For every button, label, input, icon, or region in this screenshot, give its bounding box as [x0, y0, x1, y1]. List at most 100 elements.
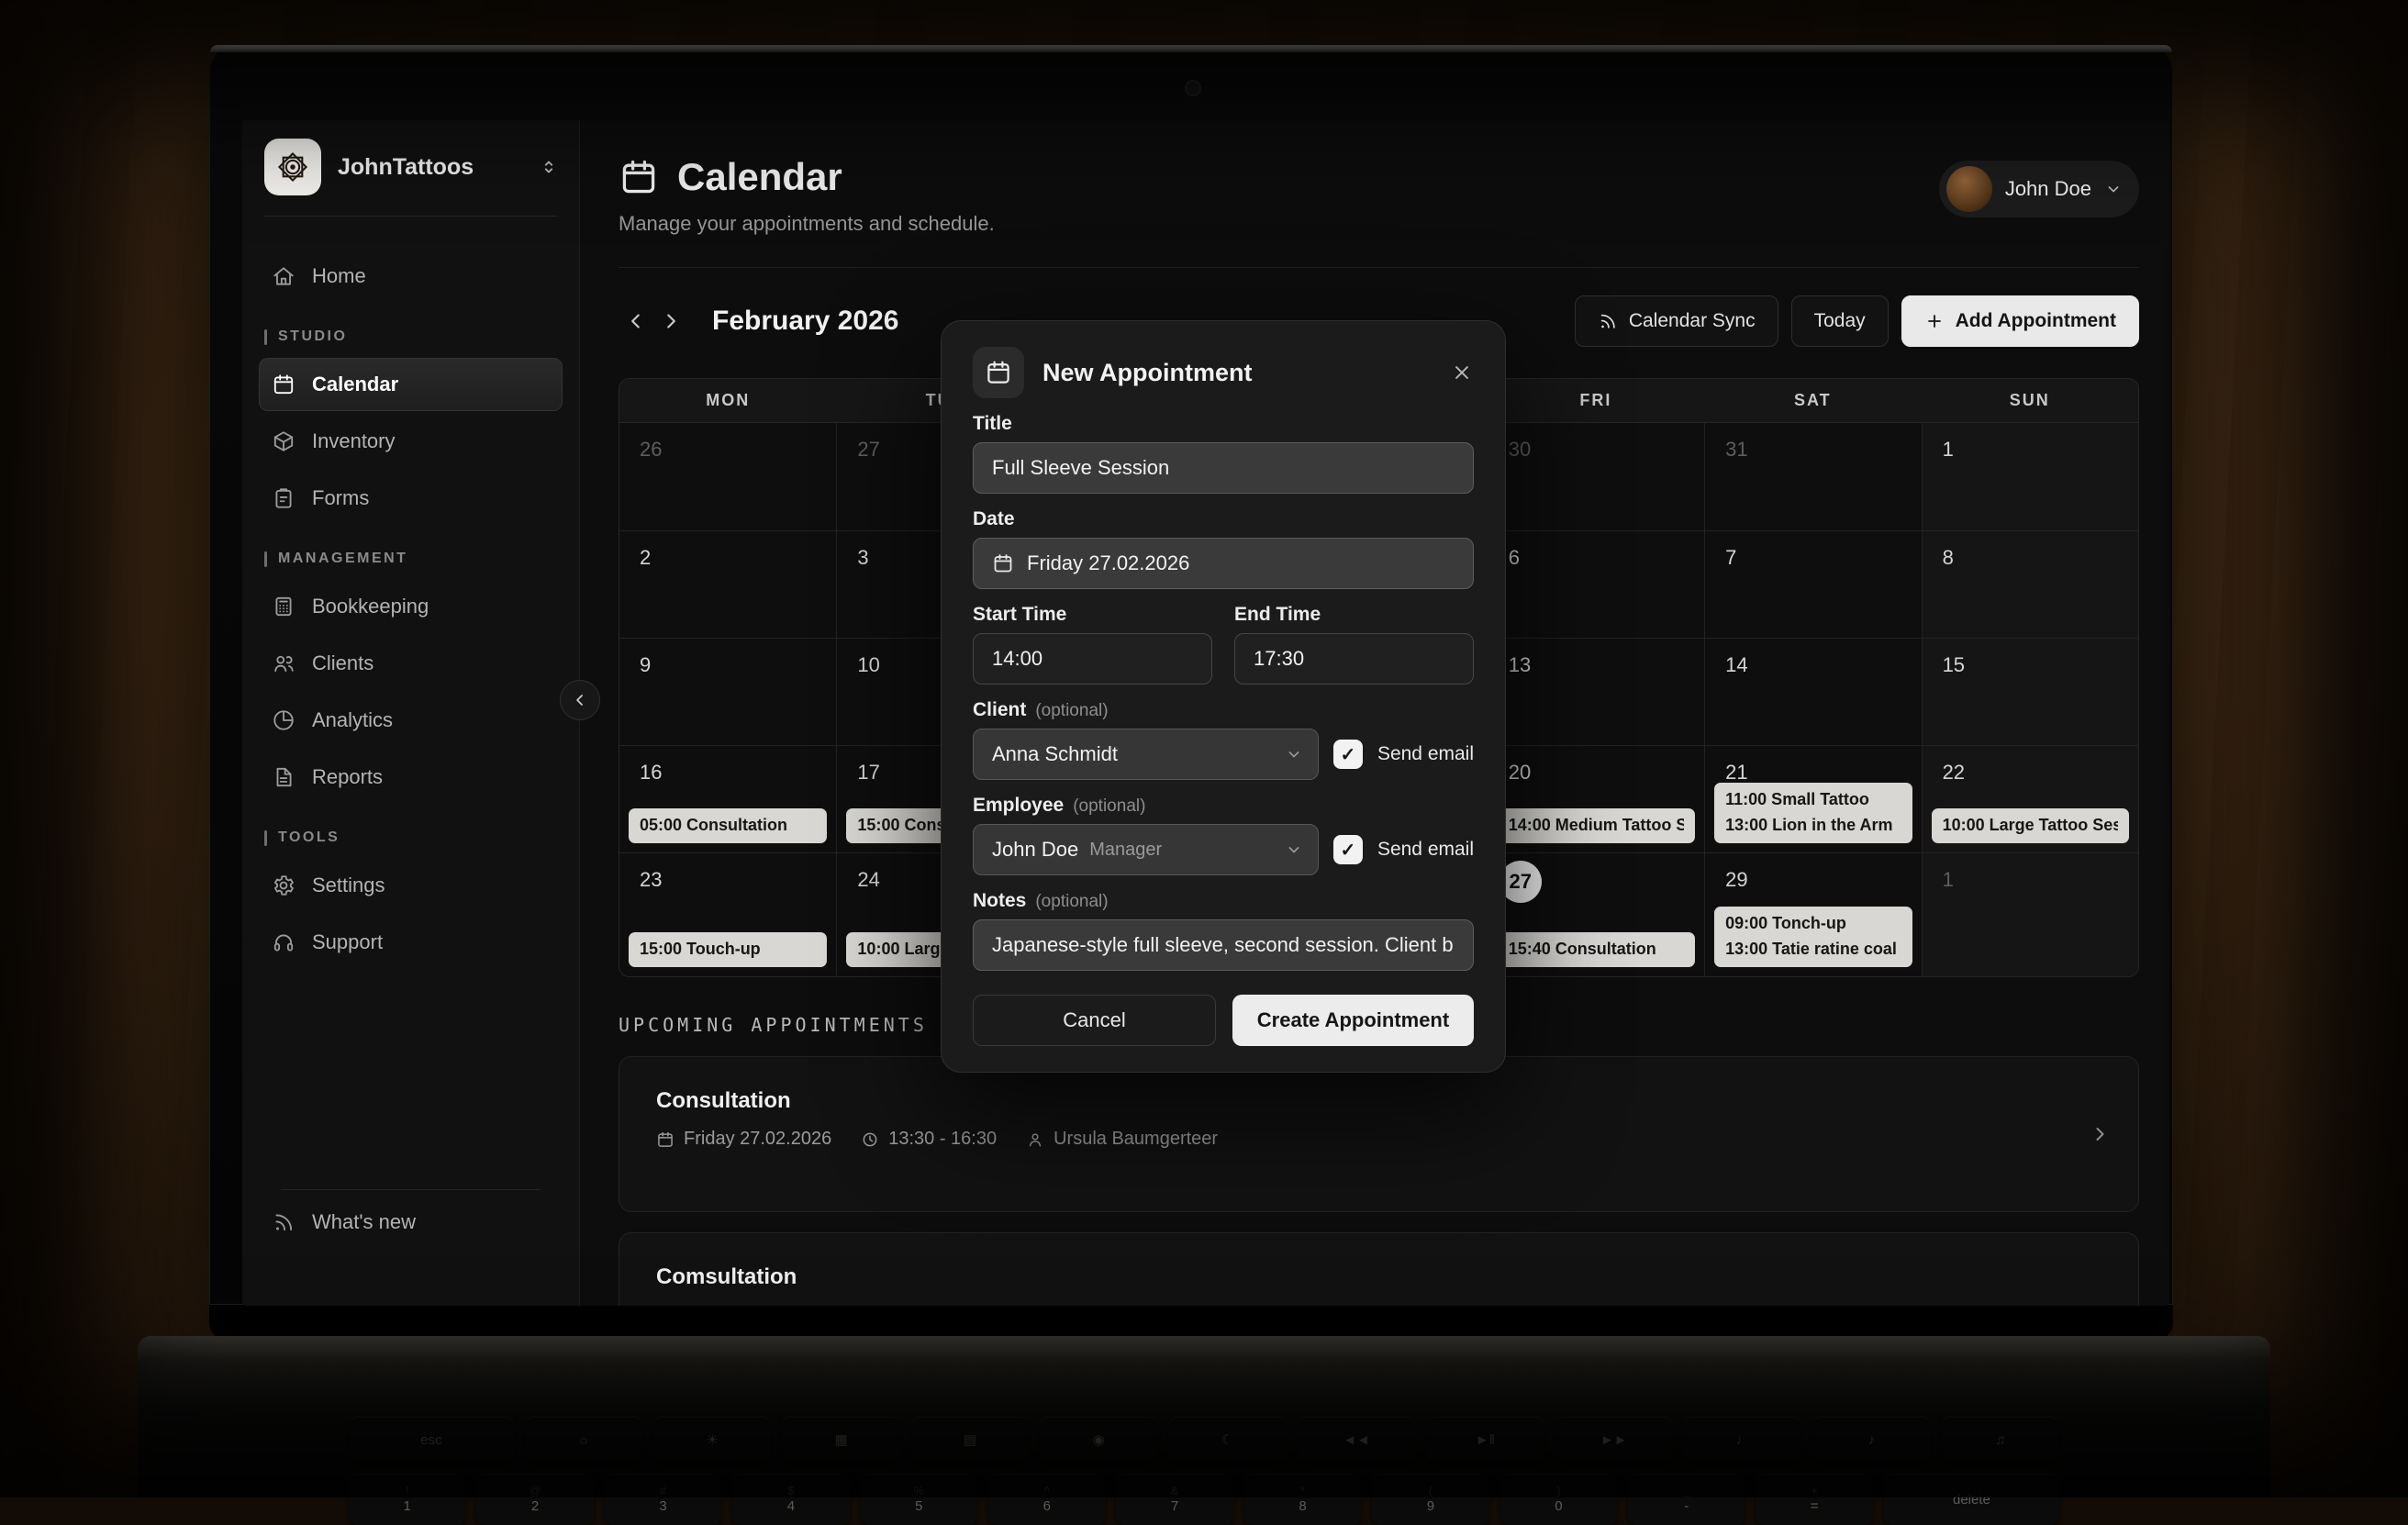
sidebar-item-label: Analytics: [312, 708, 393, 732]
number-key-row: !1@2#3$4%5^6&7*8(9)0_-+=delete: [349, 1474, 2059, 1525]
workspace-switcher[interactable]: JohnTattoos: [242, 120, 579, 210]
sidebar-item-analytics[interactable]: Analytics: [259, 694, 563, 747]
event-pill[interactable]: 09:00 Tonch-up13:00 Tatie ratine coal: [1714, 907, 1912, 967]
event-pill[interactable]: 11:00 Small Tattoo13:00 Lion in the Arm: [1714, 783, 1912, 843]
date-number: 15: [1943, 653, 1965, 677]
section-bar: [264, 830, 267, 846]
laptop-hinge: [209, 1303, 2173, 1340]
appointment-card[interactable]: Comsultation: [619, 1232, 2139, 1306]
calendar-cell[interactable]: 13: [1488, 638, 1704, 745]
key-1: !1: [349, 1474, 465, 1525]
client-field-label: Client (optional): [973, 699, 1474, 721]
date-field-label: Date: [973, 508, 1474, 530]
end-time-label: End Time: [1234, 604, 1474, 626]
event-pill[interactable]: 15:00 Touch-up: [629, 932, 827, 967]
calendar-cell[interactable]: 14: [1704, 638, 1921, 745]
today-button[interactable]: Today: [1791, 295, 1889, 347]
event-line: 13:00 Tatie ratine coal: [1725, 937, 1901, 963]
fast-forward: ►►: [1555, 1417, 1673, 1463]
title-input[interactable]: Full Sleeve Session: [973, 442, 1474, 494]
laptop-keyboard-deck: esc☼☀▦▤◉☾◄◄►‖►►♩♪♫ !1@2#3$4%5^6&7*8(9)0_…: [138, 1336, 2270, 1497]
divider: [264, 216, 557, 217]
user-menu[interactable]: John Doe: [1939, 161, 2139, 217]
page-header-left: Calendar Manage your appointments and sc…: [619, 155, 995, 236]
key-number: 9: [1427, 1498, 1434, 1514]
calendar-cell[interactable]: 2909:00 Tonch-up13:00 Tatie ratine coal: [1704, 852, 1921, 976]
client-select[interactable]: Anna Schmidt: [973, 729, 1319, 780]
key-labels: (9: [1427, 1485, 1434, 1514]
calendar-cell[interactable]: 6: [1488, 530, 1704, 638]
client-send-email-checkbox[interactable]: ✓: [1333, 740, 1363, 769]
notes-input[interactable]: Japanese-style full sleeve, second sessi…: [973, 919, 1474, 971]
start-time-value: 14:00: [992, 647, 1042, 671]
employee-select[interactable]: John Doe Manager: [973, 824, 1319, 875]
date-number: 17: [857, 761, 879, 785]
divider: [281, 1189, 541, 1190]
month-label: February 2026: [712, 306, 898, 337]
start-time-input[interactable]: 14:00: [973, 633, 1212, 685]
calendar-cell[interactable]: 1: [1922, 423, 2138, 530]
key-number: 5: [915, 1498, 922, 1514]
calendar-sync-button[interactable]: Calendar Sync: [1575, 295, 1778, 347]
calendar-icon: [619, 157, 659, 197]
calendar-cell[interactable]: 2715:40 Consultation: [1488, 852, 1704, 976]
next-month-button[interactable]: [653, 304, 688, 339]
calendar-cell[interactable]: 15: [1922, 638, 2138, 745]
sidebar-item-bookkeeping[interactable]: Bookkeeping: [259, 580, 563, 633]
delete-key: delete: [1884, 1474, 2059, 1525]
sidebar-item-home[interactable]: Home: [259, 250, 563, 303]
calendar-cell[interactable]: 8: [1922, 530, 2138, 638]
employee-optional-label: (optional): [1073, 796, 1145, 817]
new-appointment-modal: New Appointment Title Full Sleeve Sessio…: [941, 320, 1506, 1073]
event-pill[interactable]: 15:40 Consultation: [1498, 932, 1695, 967]
sidebar-item-forms[interactable]: Forms: [259, 472, 563, 525]
avatar: [1946, 166, 1992, 212]
calendar-cell[interactable]: 30: [1488, 423, 1704, 530]
person-icon: [1026, 1130, 1044, 1149]
calendar-cell[interactable]: 2315:00 Touch-up: [619, 852, 836, 976]
previous-month-button[interactable]: [619, 304, 653, 339]
launchpad: ▤: [911, 1417, 1029, 1463]
employee-send-email-checkbox[interactable]: ✓: [1333, 835, 1363, 864]
calendar-cell[interactable]: 26: [619, 423, 836, 530]
calendar-cell[interactable]: 2210:00 Large Tattoo Session: [1922, 745, 2138, 852]
key-symbol: *: [1300, 1485, 1305, 1498]
event-pill[interactable]: 14:00 Medium Tattoo Session: [1498, 808, 1695, 843]
calendar-cell[interactable]: 2: [619, 530, 836, 638]
sidebar-item-support[interactable]: Support: [259, 916, 563, 969]
appointment-date: Friday 27.02.2026: [684, 1129, 831, 1150]
create-appointment-button[interactable]: Create Appointment: [1232, 995, 1474, 1046]
appointment-card[interactable]: ConsultationFriday 27.02.202613:30 - 16:…: [619, 1056, 2139, 1212]
calendar-cell[interactable]: 2111:00 Small Tattoo13:00 Lion in the Ar…: [1704, 745, 1921, 852]
date-input[interactable]: Friday 27.02.2026: [973, 538, 1474, 589]
whats-new-link[interactable]: What's new: [259, 1196, 563, 1249]
add-appointment-button[interactable]: Add Appointment: [1901, 295, 2139, 347]
calendar-cell[interactable]: 7: [1704, 530, 1921, 638]
end-time-input[interactable]: 17:30: [1234, 633, 1474, 685]
event-pill[interactable]: 10:00 Large Tattoo Session: [1932, 808, 2129, 843]
brightness-down: ☼: [525, 1417, 642, 1463]
calendar-cell[interactable]: 31: [1704, 423, 1921, 530]
event-line: 10:00 Large Tattoo Session: [1943, 813, 2118, 839]
key-number: 0: [1555, 1498, 1562, 1514]
calendar-cell[interactable]: 9: [619, 638, 836, 745]
sidebar-item-inventory[interactable]: Inventory: [259, 415, 563, 468]
date-number: 3: [857, 546, 868, 570]
event-pill[interactable]: 05:00 Consultation: [629, 808, 827, 843]
sidebar-item-reports[interactable]: Reports: [259, 751, 563, 804]
sidebar-item-settings[interactable]: Settings: [259, 859, 563, 912]
close-icon[interactable]: [1450, 361, 1474, 384]
cancel-button[interactable]: Cancel: [973, 995, 1216, 1046]
sidebar-item-clients[interactable]: Clients: [259, 637, 563, 690]
sidebar-item-label: Reports: [312, 765, 383, 789]
date-number: 10: [857, 653, 879, 677]
sidebar-item-calendar[interactable]: Calendar: [259, 358, 563, 411]
sidebar-collapse-button[interactable]: [560, 680, 600, 720]
events: 15:00 Touch-up: [629, 932, 827, 967]
sidebar-footer: What's new: [242, 1174, 579, 1306]
meta-item: 13:30 - 16:30: [861, 1129, 997, 1150]
function-key-row: esc☼☀▦▤◉☾◄◄►‖►►♩♪♫: [349, 1417, 2059, 1463]
calendar-cell[interactable]: 2014:00 Medium Tattoo Session: [1488, 745, 1704, 852]
calendar-cell[interactable]: 1: [1922, 852, 2138, 976]
calendar-cell[interactable]: 1605:00 Consultation: [619, 745, 836, 852]
